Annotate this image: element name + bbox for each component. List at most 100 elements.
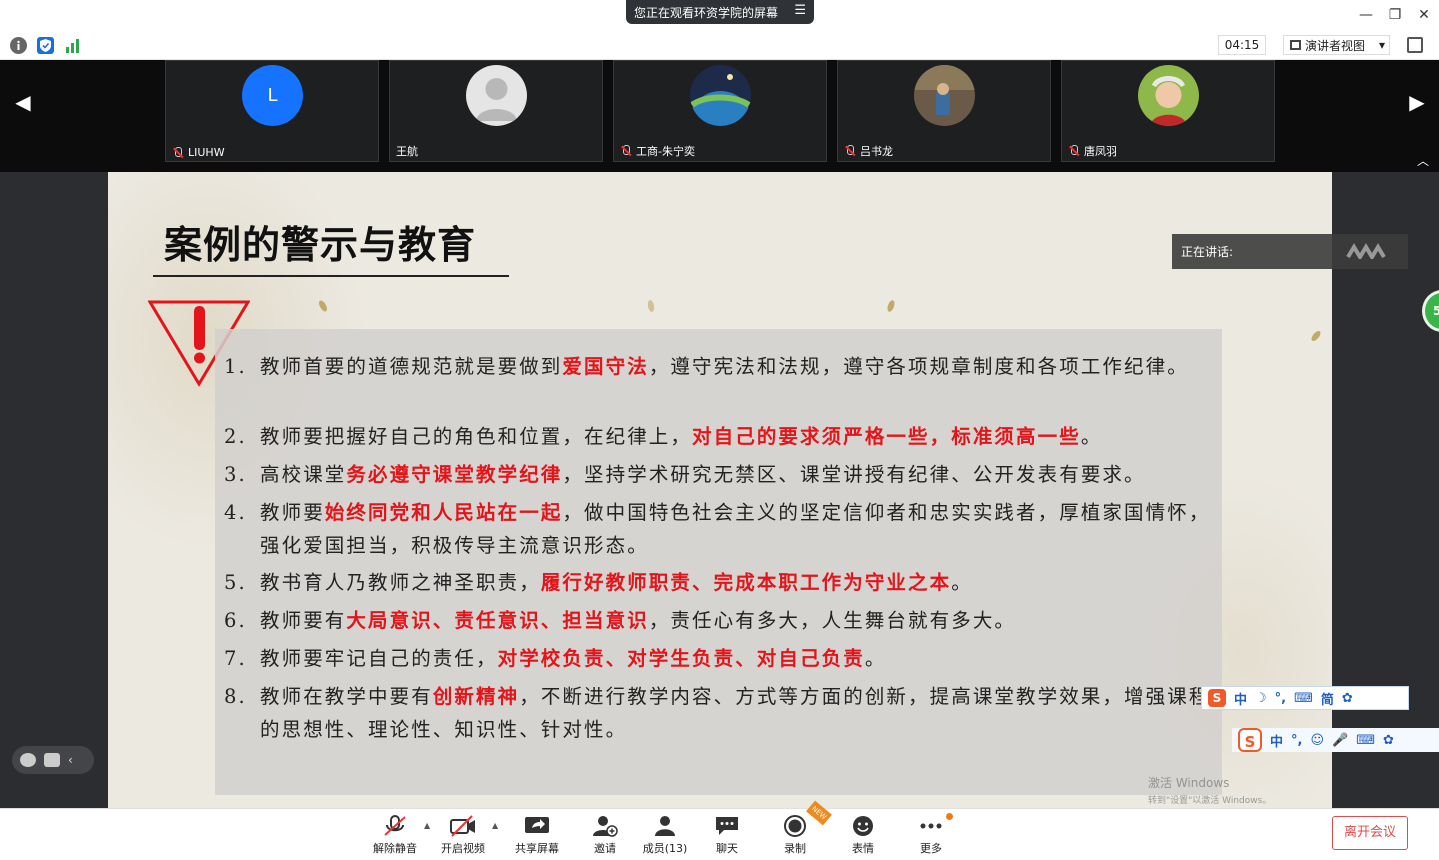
chevron-down-icon: ▾ <box>1379 38 1386 52</box>
signal-strength-icon[interactable] <box>65 37 82 54</box>
ime-mode-icon[interactable]: 中 <box>1270 731 1283 750</box>
body-text: 教师在教学中要有 <box>260 685 433 708</box>
info-icon[interactable] <box>10 37 27 54</box>
ime-toolbar-top[interactable]: S 中 ☽ °, ⌨ 简 ✿ <box>1201 686 1409 710</box>
slide-item-text: 教师要有大局意识、责任意识、担当意识，责任心有多大，人生舞台就有多大。 <box>260 604 1214 637</box>
punctuation-icon[interactable]: °, <box>1275 691 1286 706</box>
skin-icon[interactable]: ✿ <box>1383 733 1394 748</box>
highlighted-text: 大局意识、责任意识、担当意识 <box>346 609 649 632</box>
screen-share-banner[interactable]: 您正在观看环资学院的屏幕 ☰ <box>626 0 814 24</box>
restore-button[interactable]: ❐ <box>1384 4 1406 26</box>
invite-button[interactable]: 邀请 <box>575 815 635 856</box>
keyboard-icon[interactable]: ⌨ <box>1356 733 1375 748</box>
active-speaker-indicator: 正在讲话: <box>1172 234 1408 269</box>
slide-item-number: 6. <box>224 609 247 632</box>
slide-item-2: 2. 教师要把握好自己的角色和位置，在纪律上，对自己的要求须严格一些，标准须高一些… <box>224 420 1214 453</box>
title-underline <box>153 275 509 277</box>
participant-tile-4[interactable]: 吕书龙 <box>837 60 1051 162</box>
caption-icon[interactable] <box>44 753 60 767</box>
sogou-logo-icon[interactable]: S <box>1208 689 1226 707</box>
close-button[interactable]: ✕ <box>1413 4 1435 26</box>
mic-muted-icon <box>620 145 632 157</box>
participant-tile-3[interactable]: 工商-朱宁奕 <box>613 60 827 162</box>
notification-dot <box>946 813 953 820</box>
avatar: L <box>242 65 303 126</box>
emoji-icon <box>853 816 873 836</box>
mic-muted-icon <box>172 146 184 159</box>
next-page-icon[interactable]: ▶ <box>1402 90 1432 114</box>
mic-muted-icon <box>1068 145 1080 157</box>
fullscreen-icon[interactable] <box>1407 37 1423 53</box>
minimize-button[interactable]: — <box>1355 4 1377 26</box>
slide-item-number: 5. <box>224 571 247 594</box>
settings-icon[interactable]: ✿ <box>1342 691 1353 706</box>
more-dots-icon <box>920 823 942 829</box>
start-video-button[interactable]: 开启视频 <box>433 815 493 856</box>
speaker-view-button[interactable]: 演讲者视图 ▾ <box>1283 35 1390 55</box>
participants-icon <box>655 816 675 836</box>
camera-off-icon <box>450 815 475 837</box>
floating-badge[interactable]: 51 <box>1422 290 1439 332</box>
highlighted-text: 始终同党和人民站在一起 <box>324 501 563 524</box>
ime-toolbar-bottom[interactable]: S 中 °, ☺ 🎤 ⌨ ✿ <box>1232 728 1439 752</box>
prev-page-icon[interactable]: ◀ <box>8 90 38 114</box>
avatar <box>466 65 527 126</box>
share-screen-button[interactable]: 共享屏幕 <box>507 815 567 856</box>
highlighted-text: 爱国守法 <box>562 355 649 378</box>
body-text: 高校课堂 <box>260 463 347 486</box>
slide-item-3: 3. 高校课堂务必遵守课堂教学纪律，坚持学术研究无禁区、课堂讲授有纪律、公开发表有… <box>224 458 1214 491</box>
unmute-button[interactable]: 解除静音 <box>365 815 425 856</box>
title-bar: 您正在观看环资学院的屏幕 ☰ — ❐ ✕ <box>0 0 1439 30</box>
highlighted-text: 履行好教师职责、完成本职工作为守业之本 <box>540 571 952 594</box>
chat-icon <box>716 817 738 835</box>
leave-meeting-button[interactable]: 离开会议 <box>1332 816 1408 850</box>
windows-activation-watermark: 激活 Windows 转到"设置"以激活 Windows。 <box>1148 774 1271 806</box>
slide-item-text: 教书育人乃教师之神圣职责，履行好教师职责、完成本职工作为守业之本。 <box>260 566 1214 599</box>
participant-tile-5[interactable]: 唐凤羽 <box>1061 60 1275 162</box>
body-text: ，坚持学术研究无禁区、课堂讲授有纪律、公开发表有要求。 <box>562 463 1146 486</box>
collapse-strip-icon[interactable]: ︿ <box>1417 152 1429 169</box>
meeting-control-bar: 解除静音 ▲ 开启视频 ▲ 共享屏幕 邀请 成员(13) 聊天 录制 表情 更多 <box>0 808 1439 860</box>
share-menu-icon[interactable]: ☰ <box>794 3 806 18</box>
collapse-left-icon[interactable]: ‹ <box>68 753 73 767</box>
participant-tile-2[interactable]: 王航 <box>389 60 603 162</box>
punctuation-icon[interactable]: °, <box>1291 733 1302 748</box>
record-button[interactable]: 录制 <box>765 815 825 856</box>
simplified-icon[interactable]: 简 <box>1321 689 1334 708</box>
audio-options-caret[interactable]: ▲ <box>424 821 430 830</box>
highlighted-text: 对自己的要求须严格一些，标准须高一些 <box>692 425 1081 448</box>
chat-button[interactable]: 聊天 <box>697 815 757 856</box>
participants-button[interactable]: 成员(13) <box>635 815 695 856</box>
body-text: ，责任心有多大，人生舞台就有多大。 <box>648 609 1017 632</box>
more-button[interactable]: 更多 <box>901 815 961 856</box>
slide-title: 案例的警示与教育 <box>164 222 477 267</box>
participant-tile-1[interactable]: L LIUHW <box>165 60 379 162</box>
participant-name: LIUHW <box>172 146 225 159</box>
body-text: ，遵守宪法和法规，遵守各项规章制度和各项工作纪律。 <box>648 355 1189 378</box>
moon-icon[interactable]: ☽ <box>1255 691 1267 706</box>
slide-fleck <box>886 299 896 313</box>
emoji-icon[interactable] <box>20 753 36 767</box>
voice-icon[interactable]: 🎤 <box>1332 733 1348 748</box>
body-text: 教师首要的道德规范就是要做到 <box>260 355 563 378</box>
slide-item-number: 1. <box>224 355 247 378</box>
keyboard-icon[interactable]: ⌨ <box>1294 691 1313 706</box>
mic-off-icon <box>384 815 406 836</box>
security-shield-icon[interactable] <box>37 37 54 54</box>
record-icon <box>784 815 806 837</box>
body-text: 教师要把握好自己的角色和位置，在纪律上， <box>260 425 693 448</box>
emoji-icon[interactable]: ☺ <box>1310 733 1324 748</box>
slide-fleck <box>1309 329 1323 343</box>
body-text: 。 <box>951 571 973 594</box>
body-text: 教师要牢记自己的责任， <box>260 647 498 670</box>
ime-mode-icon[interactable]: 中 <box>1234 689 1247 708</box>
participant-name: 唐凤羽 <box>1068 143 1117 159</box>
reactions-button[interactable]: 表情 <box>833 815 893 856</box>
video-options-caret[interactable]: ▲ <box>492 821 498 830</box>
add-user-icon <box>593 816 618 837</box>
sogou-logo-icon[interactable]: S <box>1238 728 1262 752</box>
screen-share-banner-text: 您正在观看环资学院的屏幕 <box>634 5 779 20</box>
slide-item-5: 5. 教书育人乃教师之神圣职责，履行好教师职责、完成本职工作为守业之本。 <box>224 566 1214 599</box>
annotation-controls[interactable]: ‹ <box>12 746 94 774</box>
slide-item-text: 教师在教学中要有创新精神，不断进行教学内容、方式等方面的创新，提高课堂教学效果，… <box>260 680 1214 746</box>
